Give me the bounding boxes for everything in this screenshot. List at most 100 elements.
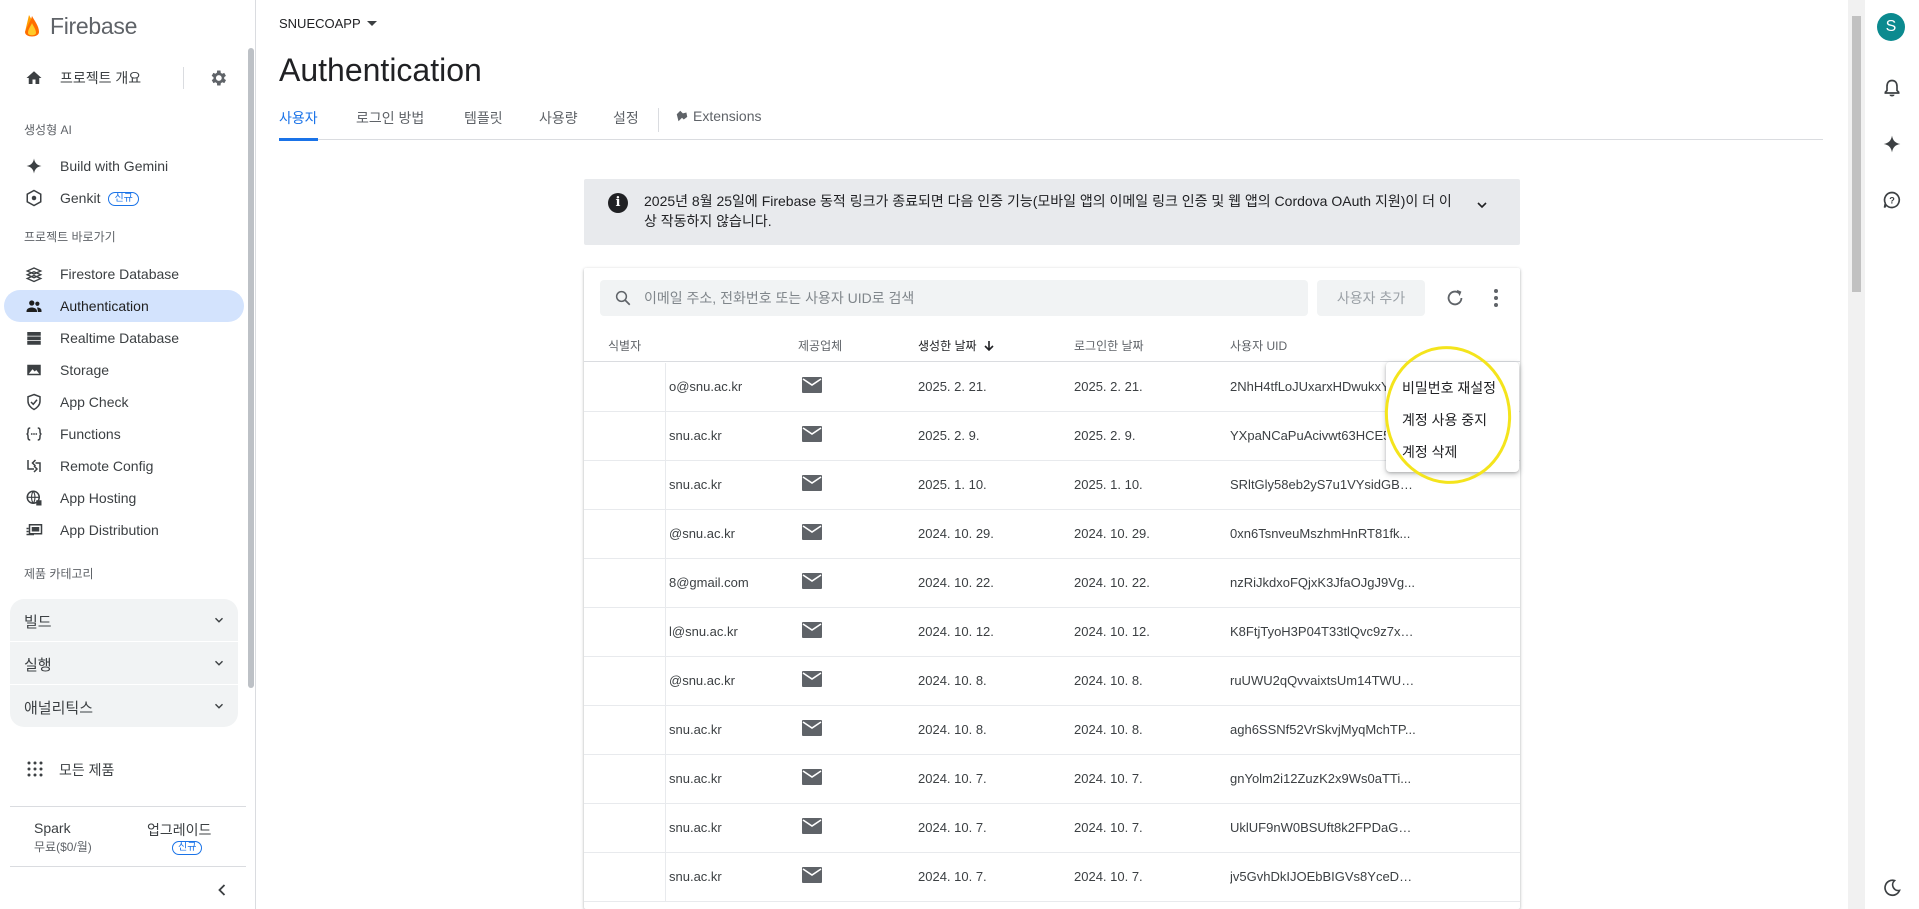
brand[interactable]: Firebase <box>22 10 137 42</box>
sidebar-item-firestore-database[interactable]: Firestore Database <box>4 258 244 290</box>
user-uid: ruUWU2qQvvaixtsUm14TWUn... <box>1230 673 1418 688</box>
sidebar-item-storage[interactable]: Storage <box>4 354 244 386</box>
signed-in-date: 2025. 2. 21. <box>1074 379 1143 394</box>
table-row[interactable]: snu.ac.kr 2025. 1. 10. 2025. 1. 10. SRltGly… <box>584 461 1520 510</box>
chevron-left-icon[interactable] <box>212 880 232 900</box>
sidebar-item-label: Authentication <box>60 298 149 314</box>
identifier-redaction <box>584 608 666 656</box>
column-signed-in[interactable]: 로그인한 날짜 <box>1074 337 1144 354</box>
tab-usage[interactable]: 사용량 <box>539 108 578 140</box>
created-date: 2024. 10. 8. <box>918 673 987 688</box>
shield-icon <box>27 393 41 411</box>
sidebar-item-realtime-database[interactable]: Realtime Database <box>4 322 244 354</box>
bell-icon[interactable] <box>1882 78 1902 98</box>
image-icon <box>27 364 41 376</box>
category-build[interactable]: 빌드 <box>10 599 238 641</box>
tab-extensions[interactable]: Extensions <box>675 108 761 140</box>
more-vert-icon[interactable] <box>1486 287 1506 309</box>
functions-icon <box>26 427 42 441</box>
help-icon[interactable]: ? <box>1882 190 1902 210</box>
created-date: 2025. 2. 21. <box>918 379 987 394</box>
user-uid: agh6SSNf52VrSkvjMyqMchTP... <box>1230 722 1416 737</box>
column-created[interactable]: 생성한 날짜 <box>918 337 995 354</box>
dark-mode-icon[interactable] <box>1882 878 1902 898</box>
email-icon <box>802 818 822 834</box>
search-box[interactable] <box>600 280 1308 316</box>
project-selector[interactable]: SNUECOAPP <box>279 16 377 31</box>
upgrade-button[interactable]: 업그레이드 <box>147 820 211 840</box>
user-uid: nzRiJkdxoFQjxK3JfaOJgJ9Vg... <box>1230 575 1415 590</box>
created-date: 2024. 10. 7. <box>918 820 987 835</box>
signed-in-date: 2025. 2. 9. <box>1074 428 1136 443</box>
avatar[interactable]: S <box>1877 13 1905 41</box>
user-uid: UklUF9nW0BSUft8k2FPDaGQ... <box>1230 820 1418 835</box>
table-row[interactable]: snu.ac.kr 2024. 10. 7. 2024. 10. 7. jv5GvhD… <box>584 853 1520 902</box>
column-identifier[interactable]: 식별자 <box>608 337 641 354</box>
table-row[interactable]: o@snu.ac.kr 2025. 2. 21. 2025. 2. 21. 2NhH4… <box>584 363 1520 412</box>
globe-icon <box>26 490 42 506</box>
table-row[interactable]: @snu.ac.kr 2024. 10. 8. 2024. 10. 8. ruUWU2… <box>584 657 1520 706</box>
chevron-down-icon[interactable] <box>1474 197 1490 213</box>
sidebar-item-app-check[interactable]: App Check <box>4 386 244 418</box>
sidebar-item-authentication[interactable]: Authentication <box>4 290 244 322</box>
email-icon <box>802 622 822 638</box>
tab-sign-in-method[interactable]: 로그인 방법 <box>356 108 424 140</box>
tab-templates[interactable]: 템플릿 <box>464 108 503 140</box>
people-icon <box>26 300 42 312</box>
created-date: 2024. 10. 7. <box>918 869 987 884</box>
created-date: 2024. 10. 8. <box>918 722 987 737</box>
identifier-redaction <box>584 559 666 607</box>
sidebar-item-label: Storage <box>60 362 110 378</box>
email-icon <box>802 671 822 687</box>
page-title: Authentication <box>279 52 482 88</box>
sidebar-item-remote-config[interactable]: Remote Config <box>4 450 244 482</box>
page-scrollbar[interactable] <box>1848 0 1865 909</box>
category-analytics[interactable]: 애널리틱스 <box>10 685 238 727</box>
tab-users[interactable]: 사용자 <box>279 108 318 141</box>
caret-down-icon <box>366 21 377 26</box>
table-row[interactable]: snu.ac.kr 2024. 10. 8. 2024. 10. 8. agh6SSN… <box>584 706 1520 755</box>
sidebar-item-label: Genkit 신규 <box>60 190 139 207</box>
sidebar-item-label: Firestore Database <box>60 266 180 282</box>
sidebar-scrollbar[interactable] <box>248 48 254 688</box>
tab-settings[interactable]: 설정 <box>613 108 639 140</box>
table-row[interactable]: l@snu.ac.kr 2024. 10. 12. 2024. 10. 12. K8F… <box>584 608 1520 657</box>
all-products-link[interactable]: 모든 제품 <box>0 752 246 788</box>
tab-extensions-label: Extensions <box>693 108 762 124</box>
sidebar-item-functions[interactable]: Functions <box>4 418 244 450</box>
column-uid[interactable]: 사용자 UID <box>1230 337 1287 354</box>
remote-config-icon <box>27 459 41 473</box>
gear-icon[interactable] <box>208 68 228 88</box>
project-overview[interactable]: 프로젝트 개요 <box>0 60 246 96</box>
table-row[interactable]: 8@gmail.com 2024. 10. 22. 2024. 10. 22. nzR… <box>584 559 1520 608</box>
refresh-icon[interactable] <box>1444 287 1466 309</box>
users-card: 사용자 추가 식별자 제공업체 생성한 날짜 로그인한 날짜 사용자 UID o… <box>584 268 1520 909</box>
category-label: 실행 <box>24 657 52 674</box>
scrollbar-thumb[interactable] <box>1852 16 1861 292</box>
plan-price: 무료($0/월) <box>34 840 92 854</box>
chevron-down-icon <box>215 660 223 666</box>
divider <box>183 67 184 89</box>
table-row[interactable]: snu.ac.kr 2025. 2. 9. 2025. 2. 9. YXpaNCaPu… <box>584 412 1520 461</box>
sidebar-item-label: Build with Gemini <box>60 158 169 174</box>
email-icon <box>802 867 822 883</box>
add-user-button[interactable]: 사용자 추가 <box>1317 280 1425 316</box>
search-input[interactable] <box>644 280 1284 316</box>
table-row[interactable]: @snu.ac.kr 2024. 10. 29. 2024. 10. 29. 0xn6… <box>584 510 1520 559</box>
column-provider[interactable]: 제공업체 <box>798 337 842 354</box>
table-row[interactable]: snu.ac.kr 2024. 10. 7. 2024. 10. 7. gnYolm2… <box>584 755 1520 804</box>
section-label-genai: 생성형 AI <box>24 123 72 137</box>
sidebar-item-build-with-gemini[interactable]: Build with Gemini <box>4 150 244 182</box>
sidebar-item-genkit[interactable]: Genkit 신규 <box>4 182 244 214</box>
divider <box>10 866 246 867</box>
sparkle-icon[interactable] <box>1882 134 1902 154</box>
user-email: @snu.ac.kr <box>669 673 735 688</box>
table-row[interactable]: snu.ac.kr 2024. 10. 7. 2024. 10. 7. UklUF9n… <box>584 804 1520 853</box>
category-run[interactable]: 실행 <box>10 642 238 684</box>
genkit-label: Genkit <box>60 190 101 206</box>
chevron-down-icon <box>215 617 223 623</box>
created-date: 2024. 10. 7. <box>918 771 987 786</box>
sidebar-item-app-hosting[interactable]: App Hosting <box>4 482 244 514</box>
sidebar-item-app-distribution[interactable]: App Distribution <box>4 514 244 546</box>
user-uid: K8FtjTyoH3P04T33tlQvc9z7xd... <box>1230 624 1418 639</box>
